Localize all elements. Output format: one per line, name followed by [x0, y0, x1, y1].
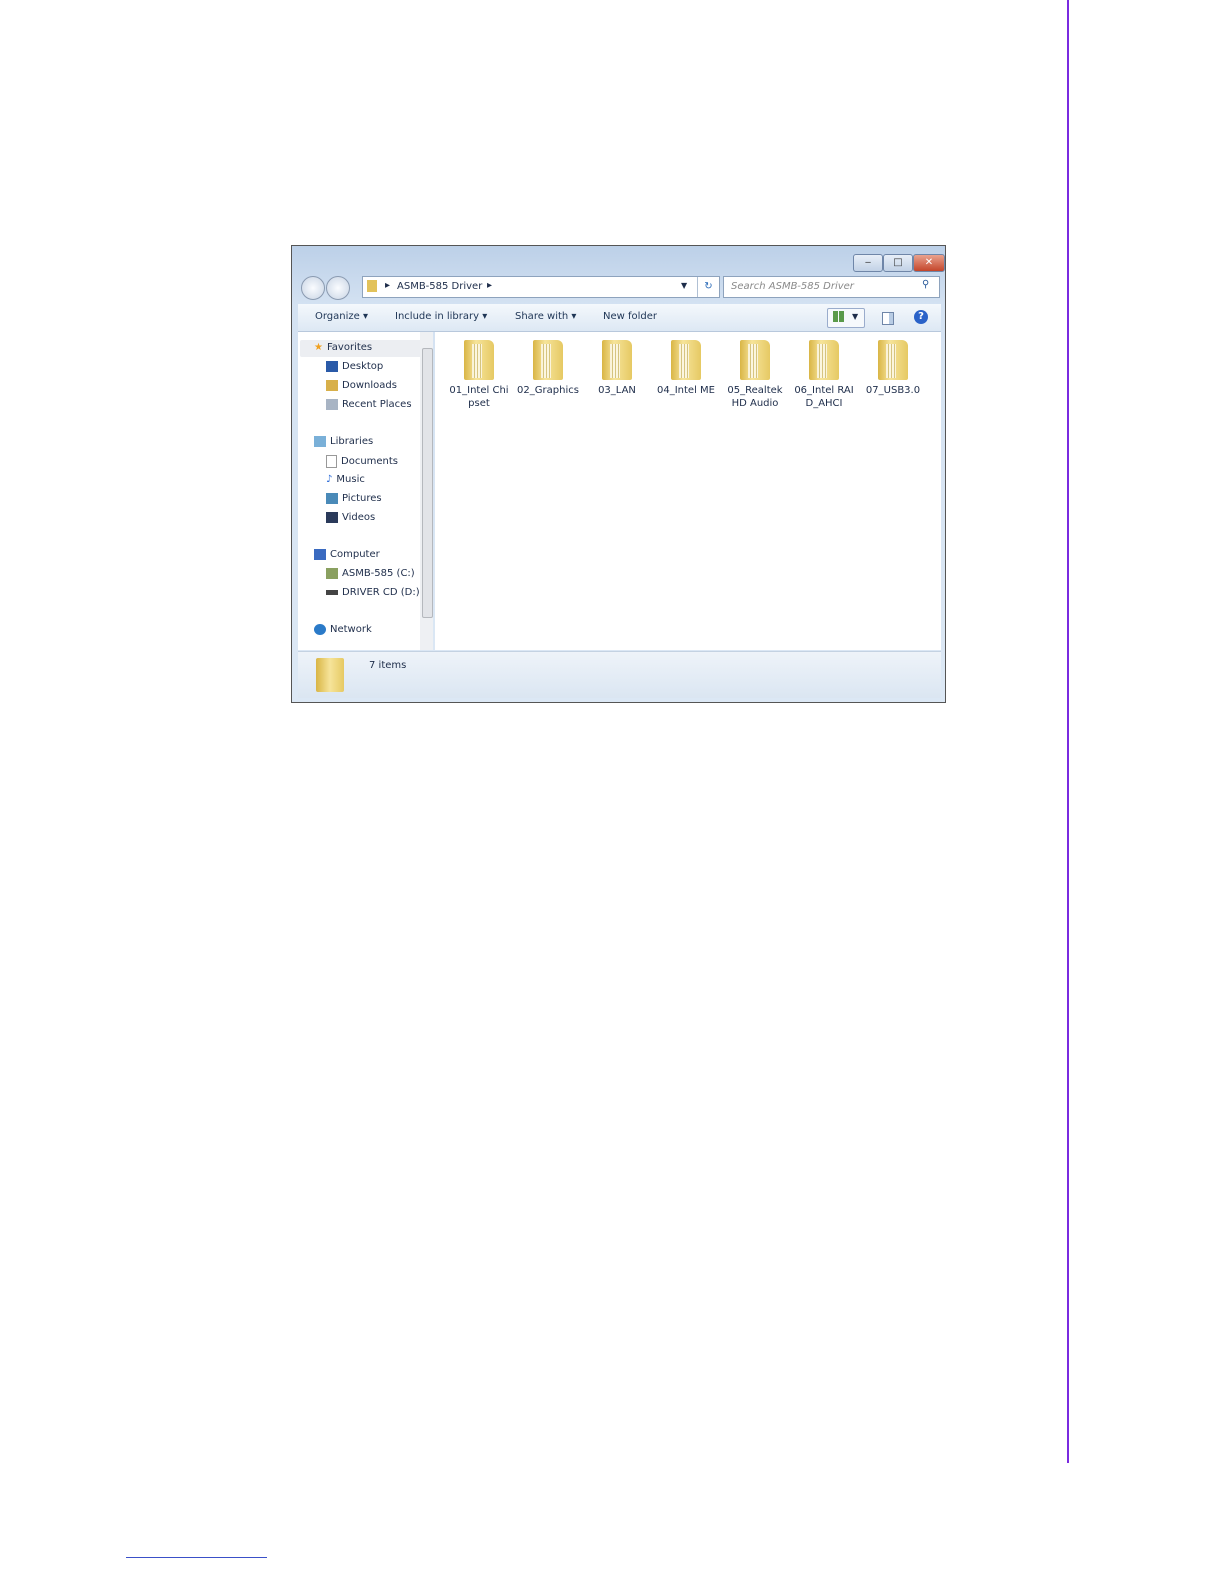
nav-item-recent-places[interactable]: Recent Places [326, 399, 412, 410]
breadcrumb-path[interactable]: ASMB-585 Driver [397, 281, 482, 292]
command-bar: Organize ▾ Include in library ▾ Share wi… [298, 304, 941, 332]
footer-rule [126, 1557, 267, 1558]
nav-item-drive-c[interactable]: ASMB-585 (C:) [326, 568, 415, 579]
margin-rule [1067, 0, 1069, 1463]
explorer-window: ‒ □ ✕ ▸ ASMB-585 Driver ▸ ▼ ↻ Search ASM… [291, 245, 946, 703]
folder-item[interactable]: 07_USB3.0 [861, 340, 925, 397]
desktop-icon [326, 361, 338, 372]
cd-drive-icon [326, 590, 338, 595]
folder-icon [316, 658, 344, 692]
folder-icon [602, 340, 632, 380]
nav-item-downloads[interactable]: Downloads [326, 380, 397, 391]
back-button[interactable] [301, 276, 325, 300]
recent-places-icon [326, 399, 338, 410]
folder-item[interactable]: 02_Graphics [516, 340, 580, 397]
folder-icon [878, 340, 908, 380]
folder-item[interactable]: 03_LAN [585, 340, 649, 397]
nav-network[interactable]: Network [314, 624, 372, 635]
documents-icon [326, 455, 337, 468]
organize-button[interactable]: Organize ▾ [315, 311, 368, 322]
music-icon: ♪ [326, 474, 333, 485]
navigation-pane: ★ Favorites Desktop Downloads Recent Plac… [298, 332, 433, 650]
breadcrumb-arrow-icon: ▸ [487, 280, 493, 291]
nav-item-pictures[interactable]: Pictures [326, 493, 382, 504]
folder-icon [533, 340, 563, 380]
libraries-icon [314, 436, 326, 447]
folder-name: 01_Intel Chipset [449, 385, 509, 409]
search-icon: ⚲ [922, 279, 930, 290]
scrollbar-thumb[interactable] [422, 348, 433, 618]
nav-item-documents[interactable]: Documents [326, 455, 398, 468]
nav-item-desktop[interactable]: Desktop [326, 361, 383, 372]
preview-pane-icon[interactable] [882, 312, 894, 325]
folder-icon [809, 340, 839, 380]
breadcrumb-arrow-icon: ▸ [385, 280, 391, 291]
pictures-icon [326, 493, 338, 504]
folder-name: 06_Intel RAID_AHCI [794, 385, 854, 409]
share-with-button[interactable]: Share with ▾ [515, 311, 576, 322]
item-count: 7 items [369, 660, 407, 671]
folder-item[interactable]: 01_Intel Chipset [447, 340, 511, 410]
downloads-icon [326, 380, 338, 391]
folder-icon [367, 280, 377, 292]
close-button[interactable]: ✕ [913, 254, 945, 272]
folder-name: 07_USB3.0 [865, 385, 921, 396]
forward-button[interactable] [326, 276, 350, 300]
details-pane: 7 items [298, 651, 941, 698]
views-dropdown-icon[interactable]: ▼ [852, 312, 858, 321]
computer-icon [314, 549, 326, 560]
help-icon[interactable]: ? [914, 310, 928, 324]
folder-name: 04_Intel ME [657, 385, 715, 396]
search-input[interactable]: Search ASMB-585 Driver ⚲ [723, 276, 940, 298]
folder-name: 03_LAN [598, 385, 636, 396]
folder-icon [464, 340, 494, 380]
folder-icon [740, 340, 770, 380]
maximize-button[interactable]: □ [883, 254, 913, 272]
folder-name: 02_Graphics [517, 385, 579, 396]
folder-item[interactable]: 04_Intel ME [654, 340, 718, 397]
folder-item[interactable]: 05_Realtek HD Audio [723, 340, 787, 410]
folder-icon [671, 340, 701, 380]
refresh-icon[interactable]: ↻ [697, 277, 719, 297]
nav-libraries[interactable]: Libraries [314, 436, 373, 447]
minimize-button[interactable]: ‒ [853, 254, 883, 272]
address-dropdown-icon[interactable]: ▼ [681, 281, 687, 290]
document-page: ‒ □ ✕ ▸ ASMB-585 Driver ▸ ▼ ↻ Search ASM… [0, 0, 1224, 1584]
nav-item-music[interactable]: ♪ Music [326, 474, 365, 485]
file-list: 01_Intel Chipset 02_Graphics 03_LAN 04_Inte… [435, 332, 941, 650]
star-icon: ★ [314, 342, 323, 353]
search-placeholder: Search ASMB-585 Driver [731, 281, 854, 292]
address-bar[interactable]: ▸ ASMB-585 Driver ▸ ▼ ↻ [362, 276, 720, 298]
network-icon [314, 624, 326, 635]
nav-item-videos[interactable]: Videos [326, 512, 375, 523]
nav-computer[interactable]: Computer [314, 549, 380, 560]
include-in-library-button[interactable]: Include in library ▾ [395, 311, 487, 322]
nav-favorites[interactable]: ★ Favorites [314, 342, 372, 353]
new-folder-button[interactable]: New folder [603, 311, 657, 322]
folder-item[interactable]: 06_Intel RAID_AHCI [792, 340, 856, 410]
folder-name: 05_Realtek HD Audio [727, 385, 783, 409]
videos-icon [326, 512, 338, 523]
nav-item-drive-d[interactable]: DRIVER CD (D:) [326, 587, 420, 598]
views-icon [833, 311, 844, 322]
drive-icon [326, 568, 338, 579]
